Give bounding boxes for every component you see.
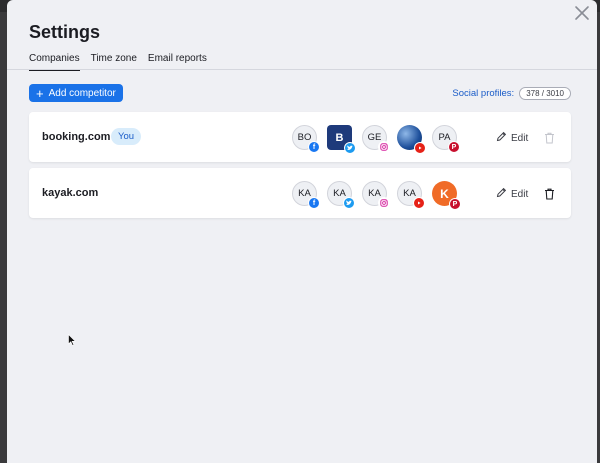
profile-avatar-facebook[interactable]: KA f	[292, 181, 320, 209]
you-badge: You	[111, 128, 142, 145]
profile-avatar-instagram[interactable]: GE	[362, 125, 390, 153]
youtube-icon	[414, 142, 426, 154]
profile-avatar-youtube[interactable]	[397, 125, 426, 154]
profile-avatar-youtube[interactable]: KA	[397, 181, 425, 209]
add-competitor-label: Add competitor	[48, 87, 116, 99]
company-card-kayak: kayak.com KA f KA KA KA K P Edit	[29, 168, 571, 218]
edit-label: Edit	[511, 188, 529, 200]
add-competitor-button[interactable]: + Add competitor	[29, 84, 123, 102]
pencil-icon	[496, 187, 507, 201]
profile-avatars: KA f KA KA KA K P	[292, 181, 461, 210]
page-title: Settings	[29, 22, 101, 42]
delete-button[interactable]	[544, 187, 555, 200]
profile-avatar-instagram[interactable]: KA	[362, 181, 390, 209]
trash-icon	[545, 132, 554, 144]
twitter-icon	[344, 142, 356, 154]
social-profiles-label: Social profiles:	[452, 88, 515, 99]
delete-button	[544, 131, 555, 144]
edit-button[interactable]: Edit	[496, 187, 528, 201]
company-name: kayak.com	[42, 187, 99, 199]
instagram-icon	[378, 197, 390, 209]
profile-avatars: BO f B GE PA P	[292, 125, 460, 154]
avatar-initials: PA	[438, 132, 451, 143]
social-profiles-counter: Social profiles: 378 / 3010	[452, 87, 571, 100]
twitter-icon	[343, 197, 355, 209]
avatar-initials: KA	[298, 188, 311, 199]
tabs-divider	[7, 69, 597, 70]
profile-avatar-pinterest[interactable]: PA P	[432, 125, 460, 153]
profile-avatar-facebook[interactable]: BO f	[292, 125, 320, 153]
profile-avatar-pinterest[interactable]: K P	[432, 181, 461, 210]
facebook-icon: f	[308, 141, 320, 153]
avatar-initials: KA	[333, 188, 346, 199]
instagram-icon	[378, 141, 390, 153]
plus-icon: +	[36, 85, 44, 101]
avatar-initials: B	[335, 131, 344, 144]
avatar-initials: KA	[403, 188, 416, 199]
social-profiles-count: 378 / 3010	[519, 87, 571, 100]
avatar-initials: KA	[368, 188, 381, 199]
profile-avatar-twitter[interactable]: B	[327, 125, 356, 154]
edit-button[interactable]: Edit	[496, 131, 528, 145]
close-icon[interactable]	[573, 4, 591, 22]
avatar-initials: K	[440, 186, 449, 201]
company-name: booking.com	[42, 131, 111, 143]
mouse-cursor-icon	[68, 333, 76, 346]
facebook-icon: f	[308, 197, 320, 209]
edit-label: Edit	[511, 132, 529, 144]
pencil-icon	[496, 131, 507, 145]
company-card-booking: booking.com You BO f B GE PA P Edit	[29, 112, 571, 162]
youtube-icon	[413, 197, 425, 209]
pinterest-icon: P	[448, 141, 460, 153]
profile-avatar-twitter[interactable]: KA	[327, 181, 355, 209]
trash-icon	[545, 188, 554, 200]
settings-modal: Settings Companies Time zone Email repor…	[7, 0, 597, 463]
pinterest-icon: P	[449, 198, 461, 210]
